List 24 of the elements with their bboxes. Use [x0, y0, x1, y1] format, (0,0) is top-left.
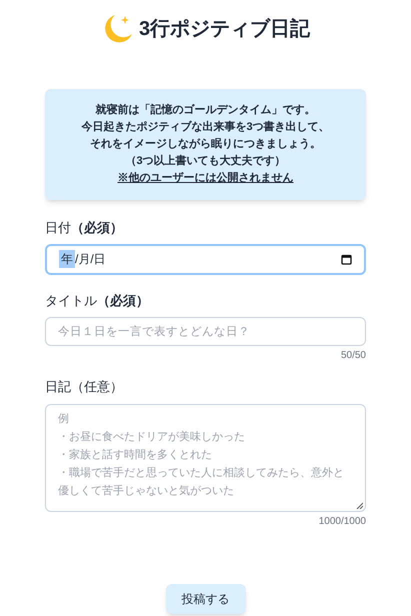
character-counter: 50/50 [340, 349, 366, 363]
placeholder-line: 例 [58, 412, 70, 426]
year-segment[interactable]: 年 [59, 250, 75, 268]
required-label: （必須） [71, 219, 123, 237]
title-input[interactable]: 今日１日を一言で表すとどんな日？ [45, 317, 366, 346]
resize-handle-icon[interactable] [356, 502, 363, 508]
calendar-icon[interactable] [341, 254, 352, 264]
notice-text: それをイメージしながら眠りにつきましょう。 [90, 137, 321, 152]
notice-text: 今日起きたポジティブな出来事を3つ書き出して、 [81, 120, 330, 135]
privacy-link[interactable]: ※他のユーザーには公開されません [118, 170, 294, 187]
field-label: 日付 [45, 219, 71, 237]
placeholder-line: ・職場で苦手だと思っていた人に相談してみたら、意外と優しくて苦手じゃないと気がついた [58, 466, 345, 498]
submit-button[interactable]: 投稿する [166, 584, 246, 614]
character-counter: 1000/1000 [318, 514, 366, 528]
placeholder-line: ・家族と話す時間を多くとれた [58, 448, 213, 462]
notice-text: 就寝前は「記憶のゴールデンタイム」です。 [96, 102, 316, 118]
required-label: （必須） [97, 292, 149, 310]
field-label: 日記（任意） [45, 378, 123, 396]
date-field[interactable]: 年 /月/日 [45, 244, 366, 274]
placeholder-line: ・お昼に食べたドリアが美味しかった [58, 430, 246, 444]
field-label: タイトル [45, 292, 97, 310]
notice-text: （3つ以上書いても大丈夫です） [125, 154, 286, 169]
app-title: 3行ポジティブ日記 [138, 16, 310, 42]
date-segments[interactable]: /月/日 [75, 250, 106, 268]
